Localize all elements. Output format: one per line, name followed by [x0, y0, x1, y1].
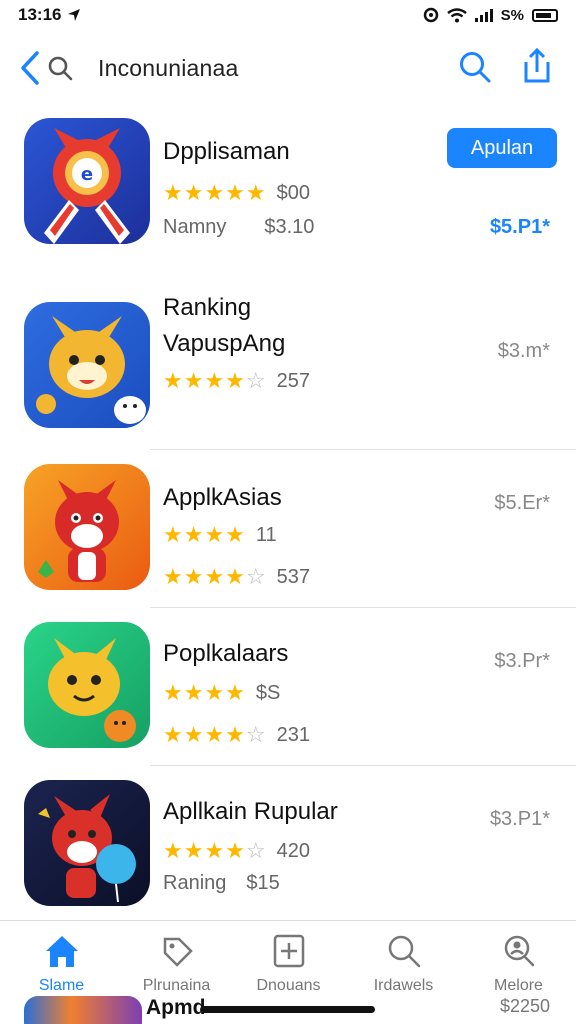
app-price: $5.P1*: [489, 216, 550, 238]
peek-price: $2250: [499, 996, 550, 1016]
yellow-cat-green-icon: [48, 638, 136, 742]
app-price: $5.Er*: [494, 492, 550, 514]
svg-text:e: e: [81, 164, 93, 185]
app-row[interactable]: ApplkAsias ★★★★ 11 ★★★★☆ 537 $5.Er*: [0, 450, 576, 608]
status-right: S%: [423, 7, 558, 24]
star-rating-icon: ★★★★☆: [163, 368, 267, 393]
app-row[interactable]: Poplkalaars ★★★★ $S ★★★★☆ 231 $3.Pr*: [0, 608, 576, 766]
tab-label: Dnouans: [256, 977, 321, 994]
nav-title: Inconunianaa: [98, 55, 239, 81]
app-row[interactable]: e Dpplisaman ★★★★★ $00 Namny $3.10 Apula…: [0, 108, 576, 278]
tab-promotions[interactable]: Plrunaina: [119, 931, 234, 995]
star-rating-icon: ★★★★: [163, 680, 246, 705]
app-row[interactable]: Ranking VapuspAng ★★★★☆ 257 $3.m*: [0, 278, 576, 450]
tab-more[interactable]: Melore: [461, 931, 576, 995]
app-name: Apllkain Rupular: [163, 798, 338, 825]
rating-count: 231: [276, 723, 310, 746]
app-rating: ★★★★☆ 257: [163, 368, 310, 394]
sub-label: Namny: [163, 216, 227, 238]
search-icon[interactable]: [458, 50, 492, 84]
home-icon: [45, 936, 78, 967]
fox-balloon-icon: [38, 794, 136, 903]
app-name: Ranking: [163, 294, 252, 321]
app-name: Dpplisaman: [163, 138, 290, 165]
sub-value: $3.10: [264, 216, 315, 238]
app-icon-fox-orange[interactable]: [24, 464, 150, 590]
fox-badge-icon: e: [44, 128, 130, 244]
app-rating-secondary: ★★★★☆ 537: [163, 564, 310, 590]
app-icon-fox-badge[interactable]: e: [24, 118, 150, 244]
search-small-icon[interactable]: [46, 54, 74, 82]
app-rating: ★★★★★ $00: [163, 180, 310, 206]
app-rating: ★★★★ 11: [163, 522, 277, 548]
wifi-icon: [446, 7, 467, 22]
rating-count: $00: [276, 181, 310, 204]
tab-label: Plrunaina: [142, 977, 211, 994]
status-bar: 13:16 S%: [0, 0, 576, 30]
app-name: ApplkAsias: [163, 484, 282, 511]
rating-count: 257: [276, 369, 310, 392]
rating-count: $S: [255, 681, 281, 704]
tab-label: Irdawels: [373, 977, 434, 994]
app-price: $3.m*: [497, 340, 550, 362]
app-icon-fox-dark[interactable]: [24, 780, 150, 906]
star-rating-icon: ★★★★★: [163, 180, 267, 205]
profile-search-icon: [504, 935, 534, 967]
app-price: $3.P1*: [489, 808, 550, 830]
app-price: $3.Pr*: [494, 650, 550, 672]
status-left: 13:16: [18, 5, 81, 25]
share-icon[interactable]: [520, 48, 554, 84]
red-fox-icon: [38, 480, 119, 582]
app-subline: Raning $15: [163, 872, 280, 895]
app-name-line2: VapuspAng: [163, 330, 286, 357]
tab-home[interactable]: Slame: [4, 931, 119, 995]
rating-count: 420: [276, 839, 310, 862]
star-rating-icon: ★★★★☆: [163, 838, 267, 863]
location-arrow-icon: [68, 9, 81, 21]
sub-label: Raning: [163, 872, 227, 894]
battery-icon: [532, 8, 558, 22]
star-rating-icon: ★★★★: [163, 522, 246, 547]
tab-label: Melore: [494, 977, 543, 994]
signal-icon: [474, 8, 493, 22]
nav-bar: Inconunianaa: [0, 40, 576, 96]
app-row[interactable]: Apllkain Rupular ★★★★☆ 420 Raning $15 $3…: [0, 766, 576, 924]
yellow-cat-icon: [36, 316, 146, 424]
plus-box-icon: [273, 934, 304, 968]
peek-app-icon: [24, 996, 142, 1024]
app-icon-cat-blue[interactable]: [24, 302, 150, 428]
tab-add[interactable]: Dnouans: [231, 931, 346, 995]
status-time: 13:16: [18, 5, 62, 24]
app-icon-cat-green[interactable]: [24, 622, 150, 748]
status-battery-text: S%: [500, 6, 524, 24]
star-rating-icon: ★★★★☆: [163, 722, 267, 747]
app-rating: ★★★★ $S: [163, 680, 280, 706]
home-indicator[interactable]: [200, 1006, 375, 1013]
search-icon: [388, 935, 420, 968]
tag-icon: [163, 937, 193, 967]
back-chevron-icon[interactable]: [18, 50, 42, 86]
rating-count: 537: [276, 565, 310, 588]
app-rating: ★★★★☆ 420: [163, 838, 310, 864]
focus-icon: [423, 7, 438, 23]
app-subline: Namny $3.10: [163, 216, 314, 239]
star-rating-icon: ★★★★☆: [163, 564, 267, 589]
sub-value: $15: [246, 872, 280, 894]
rating-count: 11: [255, 523, 277, 546]
get-button[interactable]: Apulan: [447, 128, 557, 168]
tab-search[interactable]: Irdawels: [346, 931, 461, 995]
app-name: Poplkalaars: [163, 640, 289, 667]
tab-label: Slame: [38, 977, 85, 994]
peek-app-name: Apmd: [146, 996, 206, 1019]
app-rating-secondary: ★★★★☆ 231: [163, 722, 310, 748]
